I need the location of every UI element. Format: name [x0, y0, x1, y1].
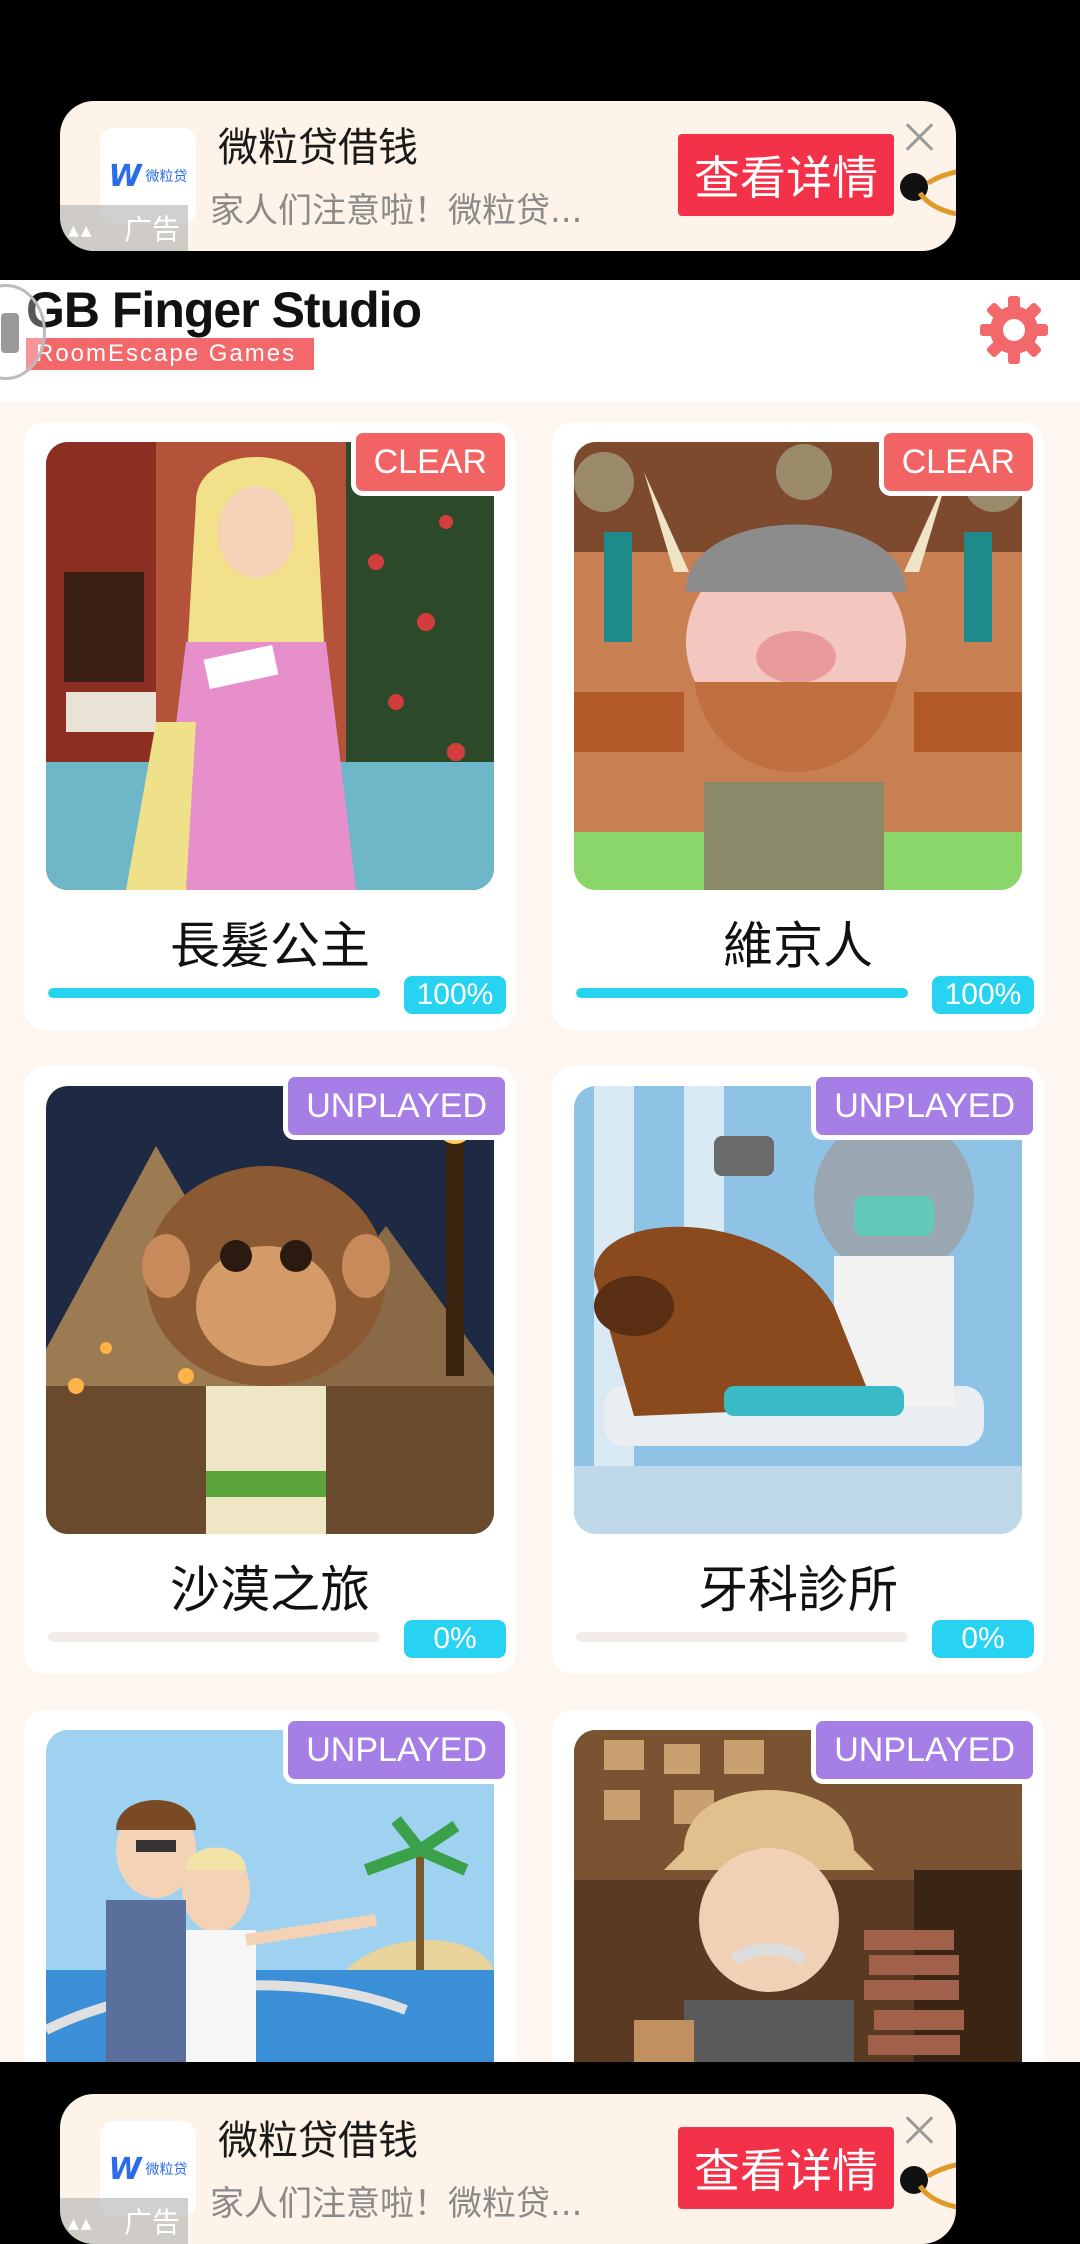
game-thumbnail [46, 1086, 494, 1534]
app-header: GB Finger Studio RoomEscape Games [0, 280, 1080, 402]
ad-logo-letter: W [108, 158, 142, 194]
progress-track [48, 988, 380, 998]
ad-logo-letter: W [108, 2151, 142, 2187]
game-title: 牙科診所 [698, 1561, 898, 1619]
game-title: 長髮公主 [170, 917, 370, 975]
status-badge: UNPLAYED [283, 1716, 510, 1784]
game-title: 沙漠之旅 [170, 1561, 370, 1619]
ad-label-text: 广告 [123, 2206, 180, 2239]
game-card-dentist[interactable]: UNPLAYED 牙科診所 0% [552, 1066, 1044, 1674]
screen: W 微粒贷 微粒贷借钱 家人们注意啦！微粒贷... 查看详情 ▲▲ 广告 GB … [0, 0, 1080, 2244]
progress-percent: 100% [400, 972, 510, 1018]
progress-percent: 0% [928, 1616, 1038, 1662]
game-thumbnail [574, 1086, 1022, 1534]
progress-track [576, 988, 908, 998]
ad-cta-button[interactable]: 查看详情 [678, 2127, 894, 2209]
ad-label-text: 广告 [123, 213, 180, 246]
status-badge: UNPLAYED [811, 1716, 1038, 1784]
progress-fill [48, 988, 380, 998]
ad-title: 微粒贷借钱 [218, 125, 418, 171]
progress-percent: 0% [400, 1616, 510, 1662]
ad-label: ▲▲ 广告 [60, 2198, 188, 2244]
ad-banner-top[interactable]: W 微粒贷 微粒贷借钱 家人们注意啦！微粒贷... 查看详情 ▲▲ 广告 [60, 101, 956, 251]
game-thumbnail [46, 442, 494, 890]
ad-banner-bottom[interactable]: W 微粒贷 微粒贷借钱 家人们注意啦！微粒贷... 查看详情 ▲▲ 广告 [60, 2094, 956, 2244]
ad-logo-brand: 微粒贷 [145, 2161, 188, 2177]
ad-label: ▲▲ 广告 [60, 205, 188, 251]
game-card-desert[interactable]: UNPLAYED 沙漠之旅 0% [24, 1066, 516, 1674]
game-card-rapunzel[interactable]: CLEAR 長髮公主 100% [24, 422, 516, 1030]
status-badge: CLEAR [878, 428, 1038, 496]
studio-title: GB Finger Studio [26, 282, 422, 338]
status-badge: UNPLAYED [811, 1072, 1038, 1140]
ad-dots-icon: ▲▲ [68, 223, 94, 239]
ad-cta-button[interactable]: 查看详情 [678, 134, 894, 216]
progress-percent: 100% [928, 972, 1038, 1018]
game-card-detective[interactable]: UNPLAYED [552, 1710, 1044, 2062]
game-card-viking[interactable]: CLEAR 維京人 100% [552, 422, 1044, 1030]
studio-subtitle: RoomEscape Games [26, 338, 314, 370]
game-title: 維京人 [723, 917, 873, 975]
tap-hint-icon [900, 169, 956, 217]
tap-hint-icon [900, 2162, 956, 2210]
progress-fill [576, 988, 908, 998]
ad-description: 家人们注意啦！微粒贷... [210, 191, 583, 231]
status-badge: CLEAR [350, 428, 510, 496]
ad-logo-brand: 微粒贷 [145, 168, 188, 184]
progress-track [576, 1632, 908, 1642]
ad-description: 家人们注意啦！微粒贷... [210, 2184, 583, 2224]
status-badge: UNPLAYED [283, 1072, 510, 1140]
gear-icon[interactable] [978, 294, 1050, 366]
game-thumbnail [574, 442, 1022, 890]
ad-title: 微粒贷借钱 [218, 2118, 418, 2164]
progress-track [48, 1632, 380, 1642]
ad-dots-icon: ▲▲ [68, 2216, 94, 2232]
ad-close-icon[interactable] [902, 119, 938, 155]
game-card-cruise[interactable]: UNPLAYED [24, 1710, 516, 2062]
game-list-screen: GB Finger Studio RoomEscape Games CLEAR … [0, 280, 1080, 2062]
ad-close-icon[interactable] [902, 2112, 938, 2148]
